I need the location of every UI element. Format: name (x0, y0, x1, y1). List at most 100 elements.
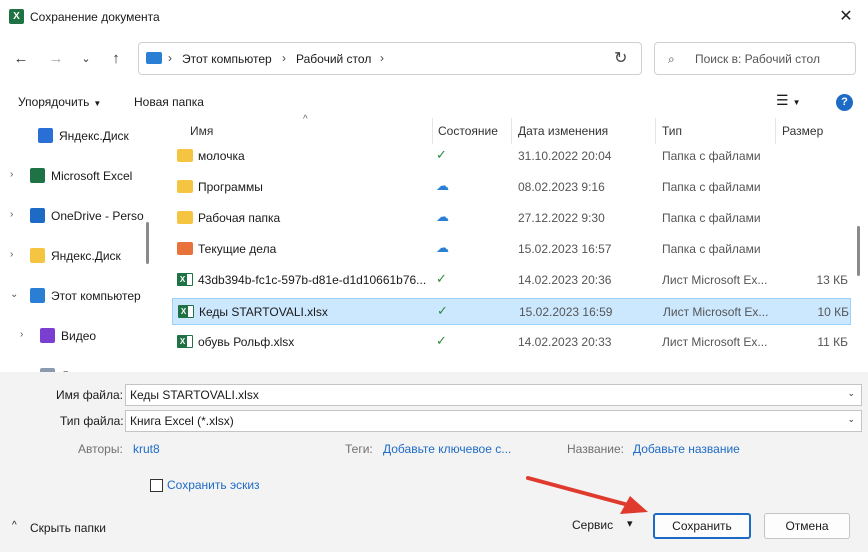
sidebar-item-label: Видео (61, 329, 97, 343)
column-divider[interactable] (432, 118, 433, 144)
back-button[interactable]: ← (9, 47, 33, 71)
file-type: Папка с файлами (662, 211, 761, 225)
yandex-disk-icon (38, 128, 53, 143)
save-button[interactable]: Сохранить (653, 513, 751, 539)
expand-chevron-icon[interactable]: › (10, 169, 13, 180)
hide-folders-button[interactable]: Скрыть папки (30, 521, 106, 535)
view-options-button[interactable]: ☰ ▼ (776, 92, 800, 109)
filetype-value: Книга Excel (*.xlsx) (130, 414, 234, 428)
chevron-up-icon[interactable]: ^ (12, 520, 17, 531)
file-row[interactable]: Программы 08.02.2023 9:16 Папка с файлами ☁ (172, 174, 851, 201)
sidebar-item[interactable]: › Microsoft Excel (0, 166, 145, 188)
close-button[interactable]: ✕ (828, 2, 864, 32)
onedrive-icon (30, 208, 45, 223)
file-type: Лист Microsoft Ex... (662, 273, 768, 287)
breadcrumb-desktop[interactable]: Рабочий стол (296, 52, 371, 66)
organize-label: Упорядочить (18, 95, 90, 109)
forward-button[interactable]: → (44, 47, 68, 71)
save-thumbnail-checkbox[interactable] (150, 479, 163, 492)
tools-button[interactable]: Сервис (572, 518, 613, 532)
window-title: Сохранение документа (30, 10, 160, 24)
excel-file-icon (177, 335, 193, 348)
cloud-icon: ☁ (436, 240, 449, 255)
filename-value: Кеды STARTOVALI.xlsx (130, 388, 259, 402)
search-placeholder: Поиск в: Рабочий стол (695, 52, 820, 66)
computer-icon (30, 288, 45, 303)
cloud-icon: ☁ (436, 209, 449, 224)
file-row[interactable]: Текущие дела 15.02.2023 16:57 Папка с файл… (172, 236, 851, 263)
expand-chevron-icon[interactable]: › (20, 329, 23, 340)
sidebar-item[interactable]: ⌄ Этот компьютер (0, 286, 145, 308)
file-row[interactable]: молочка 31.10.2022 20:04 Папка с файлами ✓ (172, 143, 851, 170)
expand-chevron-icon[interactable]: › (10, 249, 13, 260)
breadcrumb-this-pc[interactable]: Этот компьютер (182, 52, 272, 66)
file-row[interactable]: Кеды STARTOVALI.xlsx 15.02.2023 16:59 Лист… (172, 298, 851, 325)
file-size: 13 КБ (816, 273, 848, 287)
excel-icon (30, 168, 45, 183)
up-button[interactable]: ↑ (104, 47, 128, 71)
column-divider[interactable] (655, 118, 656, 144)
file-size: 10 КБ (817, 305, 849, 319)
recent-locations-button[interactable]: ⌄ (74, 47, 98, 71)
filename-field[interactable]: Кеды STARTOVALI.xlsx ⌄ (125, 384, 862, 406)
column-header-name[interactable]: Имя (190, 124, 213, 138)
file-row[interactable]: обувь Рольф.xlsx 14.02.2023 20:33 Лист Mic… (172, 329, 851, 356)
column-header-type[interactable]: Тип (662, 124, 682, 138)
sidebar-item[interactable]: › Видео (0, 326, 145, 348)
list-scrollbar[interactable] (857, 226, 860, 276)
filetype-select[interactable]: Книга Excel (*.xlsx) ⌄ (125, 410, 862, 432)
title-field[interactable]: Добавьте название (633, 442, 740, 456)
file-row[interactable]: 43db394b-fc1c-597b-d81e-d1d10661b76... 14… (172, 267, 851, 294)
sidebar-item[interactable]: › OneDrive - Perso (0, 206, 145, 228)
file-row[interactable]: Рабочая папка 27.12.2022 9:30 Папка с файл… (172, 205, 851, 232)
synced-check-icon: ✓ (436, 333, 447, 348)
breadcrumb-separator[interactable]: › (380, 51, 384, 65)
folder-icon (30, 248, 45, 263)
video-icon (40, 328, 55, 343)
sidebar-item[interactable]: Яндекс.Диск (0, 126, 145, 148)
file-name: Текущие дела (198, 242, 277, 256)
file-type: Лист Microsoft Ex... (663, 305, 769, 319)
authors-label: Авторы: (78, 442, 123, 456)
file-type: Папка с файлами (662, 242, 761, 256)
refresh-icon[interactable]: ↻ (614, 48, 627, 68)
sidebar-item-label: Яндекс.Диск (59, 129, 129, 143)
file-name: Программы (198, 180, 263, 194)
chevron-down-icon[interactable]: ⌄ (847, 388, 855, 399)
expand-chevron-icon[interactable]: ⌄ (10, 289, 18, 300)
column-divider[interactable] (511, 118, 512, 144)
caret-down-icon: ▼ (93, 99, 102, 108)
chevron-down-icon: ⌄ (847, 414, 855, 424)
column-header-status[interactable]: Состояние (438, 124, 498, 138)
file-date: 15.02.2023 16:59 (519, 305, 613, 319)
title-label: Название: (567, 442, 624, 456)
sidebar-item[interactable]: › Яндекс.Диск (0, 246, 145, 268)
excel-file-icon (177, 273, 193, 286)
tools-label: Сервис (572, 518, 614, 532)
column-header-date[interactable]: Дата изменения (518, 124, 608, 138)
expand-chevron-icon[interactable]: › (10, 209, 13, 220)
search-icon: ⌕ (668, 52, 675, 66)
file-name: Кеды STARTOVALI.xlsx (199, 305, 328, 319)
column-divider[interactable] (775, 118, 776, 144)
sidebar-item-label: Яндекс.Диск (51, 249, 121, 263)
file-type: Папка с файлами (662, 180, 761, 194)
breadcrumb-separator: › (282, 51, 286, 65)
file-date: 08.02.2023 9:16 (518, 180, 605, 194)
column-header-size[interactable]: Размер (782, 124, 823, 138)
filetype-label: Тип файла: (60, 414, 124, 428)
file-type: Лист Microsoft Ex... (662, 335, 768, 349)
cancel-button[interactable]: Отмена (764, 513, 850, 539)
authors-value[interactable]: krut8 (133, 442, 160, 456)
sidebar-item-label: Microsoft Excel (51, 169, 133, 183)
synced-check-icon: ✓ (436, 271, 447, 286)
tags-label: Теги: (345, 442, 373, 456)
excel-icon: X (9, 9, 24, 24)
tags-field[interactable]: Добавьте ключевое с... (383, 442, 511, 456)
file-name: молочка (198, 149, 245, 163)
sidebar-scrollbar[interactable] (146, 222, 149, 264)
new-folder-button[interactable]: Новая папка (134, 95, 204, 109)
help-icon[interactable]: ? (836, 94, 853, 111)
organize-button[interactable]: Упорядочить ▼ (18, 95, 101, 109)
save-thumbnail-label[interactable]: Сохранить эскиз (167, 478, 260, 492)
